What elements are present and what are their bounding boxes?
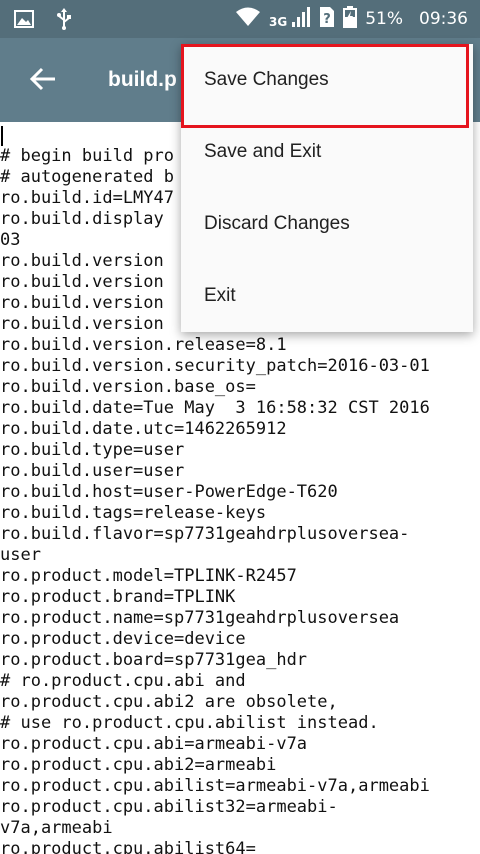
code-line: ro.product.device=device [0, 629, 246, 649]
menu-item-exit[interactable]: Exit [181, 260, 473, 332]
code-line: ro.product.cpu.abilist=armeabi-v7a,armea… [0, 776, 430, 796]
status-bar: 3G ? 51% 09:36 [0, 0, 480, 38]
overflow-menu: Save Changes Save and Exit Discard Chang… [181, 44, 473, 332]
code-line: ro.build.flavor=sp7731geahdrplusoversea- [0, 524, 410, 544]
code-line: ro.build.type=user [0, 440, 185, 460]
network-type: 3G [269, 15, 288, 29]
menu-item-save-changes[interactable]: Save Changes [181, 44, 473, 116]
code-line: user [0, 545, 41, 565]
svg-text:?: ? [323, 12, 331, 27]
code-line: ro.build.host=user-PowerEdge-T620 [0, 482, 338, 502]
clock: 09:36 [419, 9, 468, 29]
code-line: ro.product.cpu.abi=armeabi-v7a [0, 734, 308, 754]
code-line: ro.product.cpu.abi2 are obsolete, [0, 692, 338, 712]
usb-icon [56, 8, 72, 34]
no-sim-icon: ? [319, 6, 335, 33]
code-line: v7a,armeabi [0, 818, 113, 838]
page-title: build.p [108, 68, 177, 91]
code-line: ro.build.version.base_os= [0, 377, 256, 397]
code-line: ro.build.version.release=8.1 [0, 335, 287, 355]
code-line: ro.product.board=sp7731gea_hdr [0, 650, 308, 670]
code-line: ro.product.brand=TPLINK [0, 587, 236, 607]
battery-icon [343, 5, 358, 33]
code-line: ro.product.cpu.abilist32=armeabi- [0, 797, 338, 817]
wifi-icon [235, 7, 261, 32]
text-cursor [1, 126, 3, 146]
signal-icon [291, 6, 311, 33]
menu-item-save-and-exit[interactable]: Save and Exit [181, 116, 473, 188]
code-line: # ro.product.cpu.abi and [0, 671, 246, 691]
code-line: ro.product.cpu.abilist64= [0, 839, 256, 854]
menu-item-discard-changes[interactable]: Discard Changes [181, 188, 473, 260]
code-line: ro.product.model=TPLINK-R2457 [0, 566, 297, 586]
code-line: ro.product.cpu.abi2=armeabi [0, 755, 277, 775]
code-line: ro.build.version.security_patch=2016-03-… [0, 356, 430, 376]
arrow-back-icon[interactable] [28, 64, 58, 94]
code-line: ro.build.user=user [0, 461, 185, 481]
battery-percent: 51% [365, 9, 403, 29]
image-icon [14, 10, 34, 32]
code-line: ro.build.tags=release-keys [0, 503, 267, 523]
code-line: ro.build.date=Tue May 3 16:58:32 CST 201… [0, 398, 430, 418]
code-line: ro.build.date.utc=1462265912 [0, 419, 287, 439]
code-line: ro.product.name=sp7731geahdrplusoversea [0, 608, 400, 628]
code-line: # use ro.product.cpu.abilist instead. [0, 713, 379, 733]
